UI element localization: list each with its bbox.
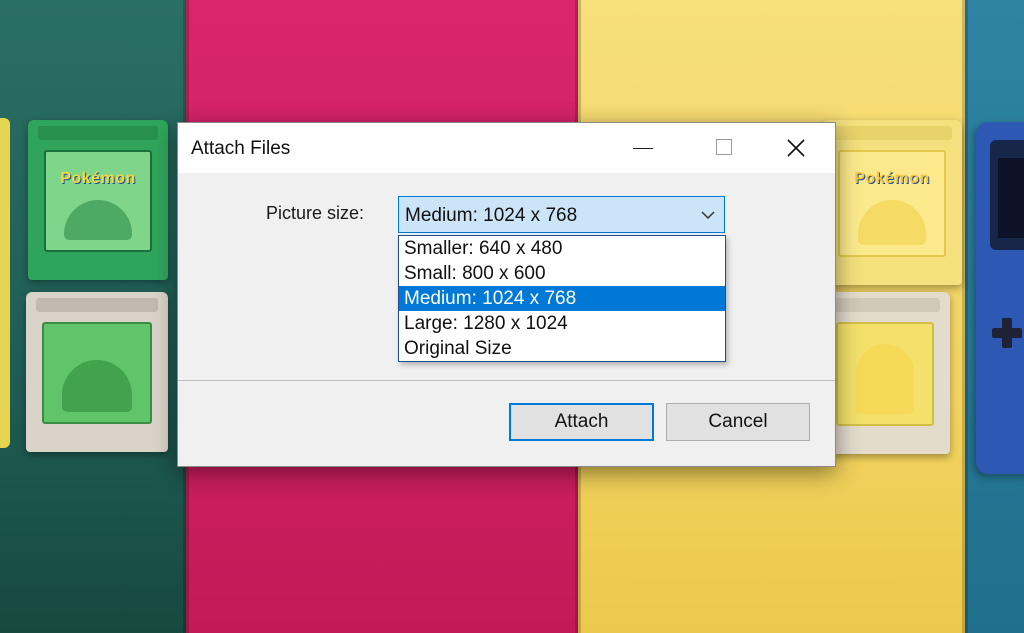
option-medium[interactable]: Medium: 1024 x 768	[399, 286, 725, 311]
option-small[interactable]: Small: 800 x 600	[399, 261, 725, 286]
game-cartridge-grey-green	[26, 292, 168, 452]
attach-files-dialog: Attach Files Picture size: Medium: 1024 …	[177, 122, 836, 467]
attach-button[interactable]: Attach	[509, 403, 654, 441]
minimize-icon[interactable]	[606, 123, 674, 173]
picture-size-selected-value: Medium: 1024 x 768	[405, 205, 578, 226]
picture-size-label: Picture size:	[266, 203, 365, 223]
maximize-icon[interactable]	[685, 123, 753, 173]
cartridge-logo: Pokémon	[60, 170, 136, 187]
picture-size-select[interactable]: Medium: 1024 x 768	[398, 196, 725, 233]
game-cartridge-green: Pokémon	[28, 120, 168, 280]
option-smaller[interactable]: Smaller: 640 x 480	[399, 236, 725, 261]
cartridge-logo: Pokémon	[854, 170, 930, 187]
game-cartridge-yellow: Pokémon	[822, 120, 962, 285]
option-large[interactable]: Large: 1280 x 1024	[399, 311, 725, 336]
gameboy-edge-image	[0, 118, 10, 448]
dpad-icon	[992, 318, 1022, 348]
dialog-title: Attach Files	[191, 138, 291, 159]
option-original-size[interactable]: Original Size	[399, 336, 725, 361]
close-icon[interactable]	[762, 123, 830, 173]
game-cartridge-grey-yellow	[820, 292, 950, 454]
dialog-footer: Attach Cancel	[178, 381, 835, 466]
stripe-seam	[962, 0, 968, 633]
gameboy-color-image	[976, 122, 1024, 474]
picture-size-dropdown-list: Smaller: 640 x 480 Small: 800 x 600 Medi…	[398, 235, 726, 362]
cancel-button[interactable]: Cancel	[666, 403, 810, 441]
chevron-down-icon	[701, 211, 715, 220]
dialog-titlebar[interactable]: Attach Files	[178, 123, 835, 173]
